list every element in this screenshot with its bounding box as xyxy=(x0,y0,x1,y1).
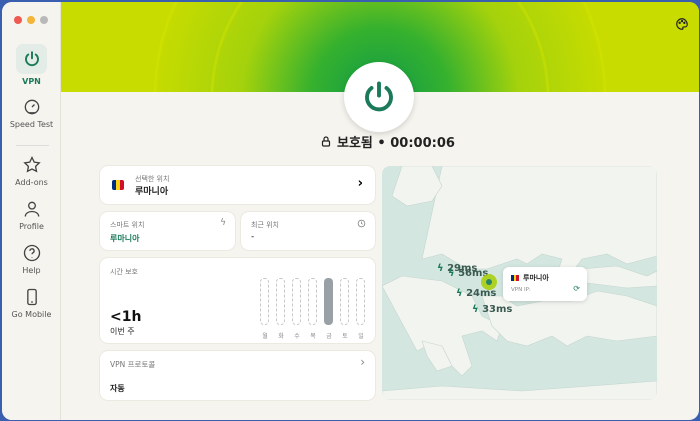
romania-flag-icon xyxy=(511,275,520,281)
sidebar-item-vpn[interactable]: VPN xyxy=(2,44,61,86)
selected-location-value: 루마니아 xyxy=(135,187,169,197)
chevron-right-icon: › xyxy=(360,355,365,369)
connect-power-button[interactable] xyxy=(344,62,414,132)
day-bar: 월 xyxy=(260,278,270,340)
latency-value: 33ms xyxy=(482,304,513,315)
day-bar-fill xyxy=(308,278,317,325)
palette-icon[interactable] xyxy=(675,17,689,31)
time-protected-label: 시간 보호 xyxy=(110,268,138,276)
lock-icon xyxy=(321,136,331,147)
day-bar: 일 xyxy=(356,278,366,340)
sidebar-item-label: VPN xyxy=(22,77,41,86)
sidebar-item-label: Speed Test xyxy=(9,120,54,129)
location-popup: 루마니아 VPN IP: ⟳ xyxy=(503,267,587,301)
day-label: 일 xyxy=(358,333,364,340)
smart-location-label: 스마트 위치 xyxy=(110,221,145,229)
server-map[interactable]: ϟ 29ms ϟ 56ms ϟ 24ms ϟ 33ms 루마니아 VPN IP: ⟳ xyxy=(382,166,657,400)
sidebar-item-go-mobile[interactable]: Go Mobile xyxy=(2,287,61,319)
server-location-marker[interactable] xyxy=(481,274,497,290)
minimize-button[interactable] xyxy=(27,16,35,24)
app-window: VPN Speed Test Add-ons Profile Help Go M… xyxy=(2,2,699,420)
vpn-protocol-value: 자동 xyxy=(110,384,125,393)
selected-location-card[interactable]: 선택한 위치 루마니아 › xyxy=(100,166,375,204)
day-bar: 금 xyxy=(324,278,334,340)
day-bar-fill xyxy=(276,278,285,325)
lightning-icon: ϟ xyxy=(472,304,479,315)
day-bar-fill xyxy=(292,278,301,325)
sidebar-item-label: Help xyxy=(22,266,41,275)
recent-location-label: 최근 위치 xyxy=(251,221,279,229)
day-label: 토 xyxy=(342,333,348,340)
vpn-protocol-card[interactable]: VPN 프로토콜 자동 › xyxy=(100,351,375,400)
lightning-icon: ϟ xyxy=(220,218,226,228)
refresh-icon[interactable]: ⟳ xyxy=(573,284,580,293)
sidebar: VPN Speed Test Add-ons Profile Help Go M… xyxy=(2,2,61,420)
help-icon xyxy=(23,244,40,262)
day-bar: 목 xyxy=(308,278,318,340)
clock-icon xyxy=(357,219,366,228)
day-label: 목 xyxy=(310,333,316,340)
person-icon xyxy=(24,201,39,217)
sidebar-item-help[interactable]: Help xyxy=(2,243,61,275)
day-label: 금 xyxy=(326,333,332,340)
popup-country: 루마니아 xyxy=(523,274,549,282)
time-protected-card: 시간 보호 <1h 이번 주 월 화 수 목 금 토 일 xyxy=(100,258,375,343)
latency-value: 24ms xyxy=(466,288,497,299)
romania-flag-icon xyxy=(112,180,124,190)
day-bar-fill xyxy=(260,278,269,325)
recent-location-value: - xyxy=(251,232,255,242)
sidebar-divider xyxy=(16,145,49,146)
time-period: 이번 주 xyxy=(110,327,135,336)
connection-status: 보호됨 • 00:00:06 xyxy=(320,132,455,151)
window-controls xyxy=(14,16,48,24)
sidebar-item-speed-test[interactable]: Speed Test xyxy=(2,97,61,129)
lightning-icon: ϟ xyxy=(437,263,444,274)
sidebar-item-add-ons[interactable]: Add-ons xyxy=(2,155,61,187)
server-latency[interactable]: ϟ 33ms xyxy=(472,304,512,315)
power-icon xyxy=(24,51,39,67)
lightning-icon: ϟ xyxy=(456,288,463,299)
power-icon xyxy=(365,81,393,112)
day-label: 수 xyxy=(294,333,300,340)
phone-icon xyxy=(26,288,37,306)
smart-location-value: 루마니아 xyxy=(110,234,140,243)
vpn-protocol-label: VPN 프로토콜 xyxy=(110,360,156,369)
status-text: 보호됨 • 00:00:06 xyxy=(337,136,455,151)
speedometer-icon xyxy=(24,99,39,115)
sidebar-item-profile[interactable]: Profile xyxy=(2,199,61,231)
day-bar: 수 xyxy=(292,278,302,340)
day-label: 화 xyxy=(278,333,284,340)
day-bar-fill xyxy=(340,278,349,325)
weekly-bars: 월화수목금토일 xyxy=(260,278,366,340)
recent-location-card[interactable]: 최근 위치 - xyxy=(241,212,375,250)
day-bar: 화 xyxy=(276,278,286,340)
sidebar-item-label: Profile xyxy=(19,222,44,231)
day-bar: 토 xyxy=(340,278,350,340)
maximize-button[interactable] xyxy=(40,16,48,24)
day-label: 월 xyxy=(262,333,268,340)
smart-location-card[interactable]: 스마트 위치 루마니아 ϟ xyxy=(100,212,235,250)
sidebar-item-label: Add-ons xyxy=(15,178,48,187)
time-protected-value: <1h xyxy=(110,309,142,325)
star-icon xyxy=(22,155,41,173)
day-bar-fill xyxy=(356,278,365,325)
sidebar-item-label: Go Mobile xyxy=(11,310,52,319)
selected-location-label: 선택한 위치 xyxy=(135,175,170,183)
chevron-right-icon: › xyxy=(357,176,363,191)
popup-vpn-ip-label: VPN IP: xyxy=(511,287,531,293)
day-bar-fill xyxy=(324,278,333,325)
lightning-icon: ϟ xyxy=(448,268,455,279)
close-button[interactable] xyxy=(14,16,22,24)
